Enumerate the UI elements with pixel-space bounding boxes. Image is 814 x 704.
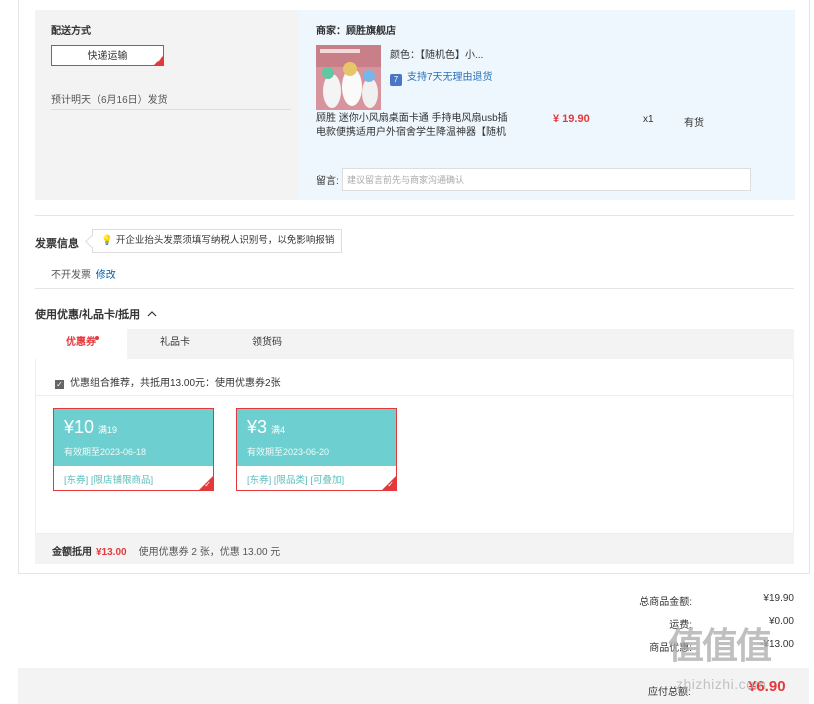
coupon-tags: [东券] [限品类] [可叠加]	[247, 475, 345, 486]
chevron-up-icon	[147, 311, 157, 317]
coupon-validity: 有效期至2023-06-18	[64, 447, 147, 457]
divider	[36, 395, 793, 396]
coupon-condition: 满4	[271, 425, 286, 435]
summary-label: 金额抵用	[52, 547, 92, 558]
watermark-url: zhizhizhi.com	[676, 676, 767, 692]
invoice-status-text: 不开发票	[51, 270, 91, 281]
product-price: ¥ 19.90	[553, 113, 590, 125]
total-row: 总商品金额: ¥19.90	[600, 593, 794, 608]
product-thumbnail[interactable]	[316, 45, 381, 110]
shipping-method-label: 快递运输	[87, 51, 128, 62]
tab-label: 礼品卡	[160, 337, 190, 348]
tab-coupons[interactable]: 优惠券	[35, 329, 127, 359]
coupon-summary: 金额抵用 ¥13.00 使用优惠券 2 张，优惠 13.00 元	[52, 543, 280, 558]
return-icon: 7	[390, 74, 402, 86]
return-policy: 7 支持7天无理由退货	[390, 68, 493, 86]
summary-amount: ¥13.00	[96, 547, 127, 558]
coupon-tabs: 优惠券 礼品卡 领货码	[35, 329, 794, 359]
check-icon: ✓	[156, 58, 162, 64]
coupon-card[interactable]: ¥10 满19 有效期至2023-06-18 [东券] [限店铺限商品] ✓	[53, 408, 214, 491]
invoice-tip: 💡 开企业抬头发票须填写纳税人识别号，以免影响报销	[85, 229, 342, 253]
tab-label: 领货码	[252, 337, 282, 348]
product-stock: 有货	[684, 118, 704, 129]
summary-desc: 使用优惠券 2 张，优惠 13.00 元	[138, 547, 281, 558]
coupon-section-title: 使用优惠/礼品卡/抵用	[35, 309, 141, 321]
message-input[interactable]	[342, 168, 751, 191]
coupon-amount-value: ¥3	[247, 417, 268, 437]
shipping-method-button[interactable]: 快递运输 ✓	[51, 45, 164, 66]
product-qty: x1	[643, 114, 654, 125]
tab-pickup-code[interactable]: 领货码	[223, 329, 311, 359]
coupon-amount: ¥3 满4	[247, 417, 285, 438]
coupon-amount: ¥10 满19	[64, 417, 117, 438]
coupon-amount-value: ¥10	[64, 417, 95, 437]
total-value: ¥19.90	[763, 593, 794, 604]
shipping-title: 配送方式	[51, 26, 91, 37]
invoice-tip-text: 开企业抬头发票须填写纳税人识别号，以免影响报销	[115, 235, 335, 246]
coupon-card[interactable]: ¥3 满4 有效期至2023-06-20 [东券] [限品类] [可叠加] ✓	[236, 408, 397, 491]
combo-text: 优惠组合推荐，共抵用13.00元：使用优惠券2张	[70, 378, 281, 389]
invoice-title: 发票信息	[35, 238, 79, 250]
coupon-condition: 满19	[98, 425, 118, 435]
product-name[interactable]: 顾胜 迷你小风扇桌面卡通 手持电风扇usb插电款便携适用户外宿舍学生降温神器【随…	[316, 112, 511, 140]
new-dot-icon	[95, 336, 99, 340]
checkbox-checked-icon[interactable]: ✓	[55, 380, 64, 389]
shipping-estimate: 预计明天（6月16日）发货	[51, 95, 168, 106]
check-icon: ✓	[204, 480, 211, 489]
invoice-edit-link[interactable]: 修改	[96, 270, 116, 281]
merchant-name: 商家：顾胜旗舰店	[316, 26, 396, 37]
lightbulb-icon: 💡	[101, 235, 113, 246]
coupon-validity: 有效期至2023-06-20	[247, 447, 330, 457]
message-label: 留言:	[316, 176, 339, 187]
invoice-status: 不开发票 修改	[51, 266, 116, 281]
tab-gift-card[interactable]: 礼品卡	[130, 329, 220, 359]
check-icon: ✓	[387, 480, 394, 489]
tab-label: 优惠券	[66, 337, 96, 348]
coupon-tags: [东券] [限店铺限商品]	[64, 475, 154, 486]
combo-recommend[interactable]: ✓ 优惠组合推荐，共抵用13.00元：使用优惠券2张	[55, 374, 281, 389]
coupon-section-header[interactable]: 使用优惠/礼品卡/抵用	[35, 306, 157, 322]
total-value: ¥0.00	[768, 616, 794, 627]
divider	[51, 109, 291, 110]
product-color: 颜色：【随机色】小...	[390, 50, 484, 61]
return-policy-label: 支持7天无理由退货	[407, 72, 493, 83]
total-label: 总商品金额:	[639, 597, 692, 608]
watermark-logo: 值值值	[668, 625, 772, 666]
divider	[35, 288, 794, 289]
divider	[35, 215, 794, 216]
